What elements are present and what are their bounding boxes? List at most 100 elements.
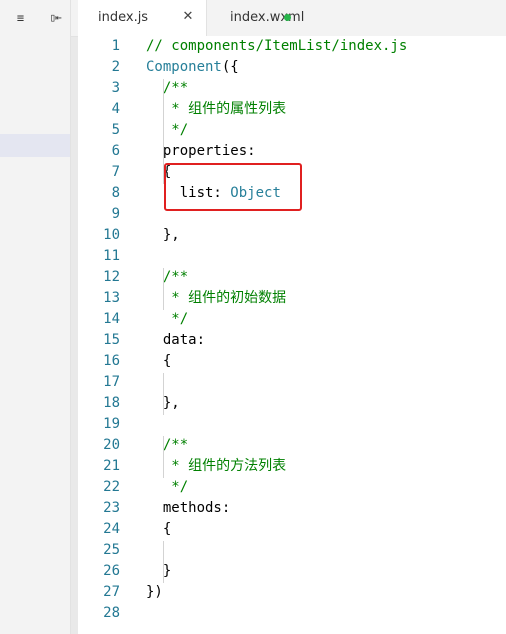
- close-icon[interactable]: ✕: [180, 9, 196, 25]
- code-token: * 组件的方法列表: [146, 458, 287, 474]
- line-number: 7: [111, 164, 120, 180]
- code-text: */: [146, 309, 188, 330]
- tab-index-wxml[interactable]: index.wxml: [208, 0, 338, 36]
- code-line[interactable]: 23 methods:: [78, 498, 506, 519]
- code-line[interactable]: 19: [78, 414, 506, 435]
- code-text: {: [146, 351, 171, 372]
- code-text: methods:: [146, 498, 230, 519]
- code-text: },: [146, 225, 180, 246]
- line-number: 28: [103, 605, 120, 621]
- line-number: 15: [103, 332, 120, 348]
- code-line[interactable]: 12 /**: [78, 267, 506, 288]
- code-line[interactable]: 24 {: [78, 519, 506, 540]
- line-number: 20: [103, 437, 120, 453]
- code-token: * 组件的初始数据: [146, 290, 287, 306]
- code-line[interactable]: 17: [78, 372, 506, 393]
- indent-guide: [163, 541, 164, 583]
- code-line[interactable]: 28: [78, 603, 506, 624]
- code-line[interactable]: 11: [78, 246, 506, 267]
- code-text: */: [146, 477, 188, 498]
- line-number: 3: [111, 80, 120, 96]
- line-number: 22: [103, 479, 120, 495]
- line-number: 14: [103, 311, 120, 327]
- code-line[interactable]: 13 * 组件的初始数据: [78, 288, 506, 309]
- code-editor[interactable]: 1 // components/ItemList/index.js 2 Compone…: [78, 36, 506, 634]
- code-text: }): [146, 582, 163, 603]
- line-number: 24: [103, 521, 120, 537]
- tab-bar: index.js ✕ index.wxml: [71, 0, 506, 37]
- code-line[interactable]: 4 * 组件的属性列表: [78, 99, 506, 120]
- code-token: methods:: [146, 500, 231, 516]
- line-number: 8: [111, 185, 120, 201]
- code-text: /**: [146, 435, 188, 456]
- indent-guide: [163, 436, 164, 478]
- code-token: /**: [146, 437, 189, 453]
- highlight-annotation-box: [164, 163, 302, 211]
- code-token: ({: [221, 59, 239, 75]
- code-line[interactable]: 21 * 组件的方法列表: [78, 456, 506, 477]
- code-token: */: [146, 122, 189, 138]
- code-line[interactable]: 25: [78, 540, 506, 561]
- code-token: */: [146, 479, 189, 495]
- code-line[interactable]: 14 */: [78, 309, 506, 330]
- code-token: // components/ItemList/index.js: [146, 38, 408, 54]
- code-line[interactable]: 27}): [78, 582, 506, 603]
- code-line[interactable]: 6 properties:: [78, 141, 506, 162]
- code-token: /**: [146, 80, 189, 96]
- code-token: {: [146, 353, 172, 369]
- line-number: 27: [103, 584, 120, 600]
- code-token: */: [146, 311, 189, 327]
- line-number: 26: [103, 563, 120, 579]
- code-text: // components/ItemList/index.js: [146, 36, 407, 57]
- code-text: /**: [146, 78, 188, 99]
- panel-toggle-icon[interactable]: ▯⇤: [46, 9, 64, 27]
- code-text: */: [146, 120, 188, 141]
- list-collapse-icon[interactable]: ≡: [11, 9, 29, 27]
- code-token: data:: [146, 332, 206, 348]
- tab-index-js[interactable]: index.js ✕: [78, 0, 207, 36]
- code-token: * 组件的属性列表: [146, 101, 287, 117]
- editor-left-strip: [71, 36, 78, 634]
- line-number: 13: [103, 290, 120, 306]
- line-number: 4: [111, 101, 120, 117]
- explorer-selected-item[interactable]: [0, 134, 70, 157]
- code-token: },: [146, 227, 180, 243]
- indent-guide: [163, 268, 164, 310]
- tab-label: index.wxml: [230, 10, 305, 25]
- line-number: 10: [103, 227, 120, 243]
- code-token: Component: [146, 59, 222, 75]
- line-number: 25: [103, 542, 120, 558]
- line-number: 21: [103, 458, 120, 474]
- code-token: /**: [146, 269, 189, 285]
- line-number: 11: [103, 248, 120, 264]
- code-token: }): [146, 584, 163, 600]
- code-text: }: [146, 561, 171, 582]
- code-line[interactable]: 5 */: [78, 120, 506, 141]
- line-number: 19: [103, 416, 120, 432]
- code-token: }: [146, 563, 172, 579]
- code-token: {: [146, 521, 172, 537]
- code-line[interactable]: 20 /**: [78, 435, 506, 456]
- code-line[interactable]: 2 Component({: [78, 57, 506, 78]
- code-line[interactable]: 10 },: [78, 225, 506, 246]
- code-text: * 组件的方法列表: [146, 456, 286, 477]
- line-number: 6: [111, 143, 120, 159]
- code-line[interactable]: 16 {: [78, 351, 506, 372]
- line-number: 1: [111, 38, 120, 54]
- line-number: 5: [111, 122, 120, 138]
- code-line[interactable]: 1 // components/ItemList/index.js: [78, 36, 506, 57]
- line-number: 9: [111, 206, 120, 222]
- line-number: 2: [111, 59, 120, 75]
- code-text: Component({: [146, 57, 239, 78]
- code-text: data:: [146, 330, 205, 351]
- code-line[interactable]: 22 */: [78, 477, 506, 498]
- line-number: 16: [103, 353, 120, 369]
- code-line[interactable]: 3 /**: [78, 78, 506, 99]
- code-line[interactable]: 26 }: [78, 561, 506, 582]
- line-number: 12: [103, 269, 120, 285]
- code-text: * 组件的属性列表: [146, 99, 286, 120]
- code-line[interactable]: 18 },: [78, 393, 506, 414]
- code-text: * 组件的初始数据: [146, 288, 286, 309]
- tab-label: index.js: [98, 10, 149, 25]
- code-line[interactable]: 15 data:: [78, 330, 506, 351]
